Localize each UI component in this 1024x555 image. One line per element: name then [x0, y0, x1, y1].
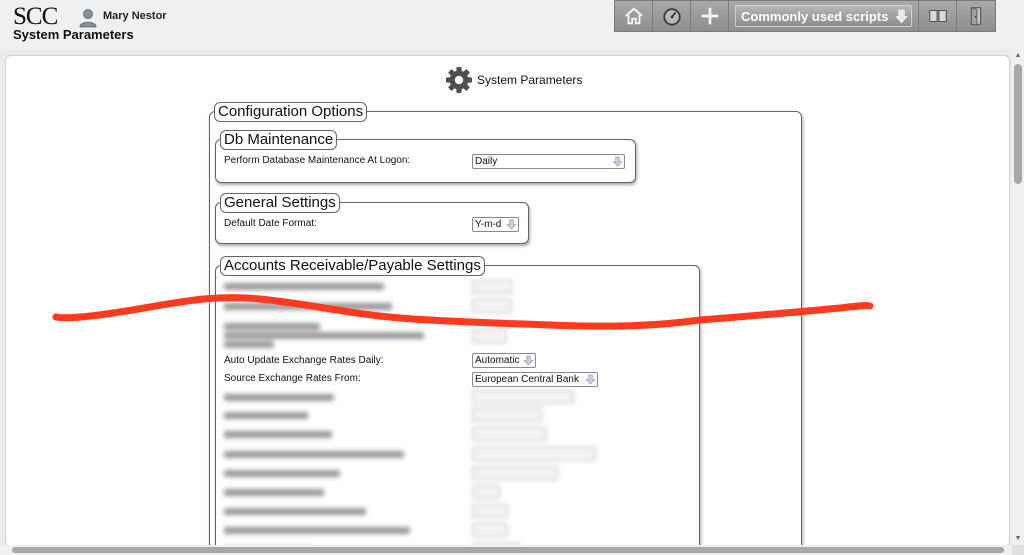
dashboard-button[interactable] [653, 1, 691, 31]
app-header: SCC Mary Nestor System Parameters Common… [0, 0, 1024, 50]
gear-icon [446, 67, 472, 93]
help-button[interactable] [919, 1, 957, 31]
page-title: System Parameters [477, 73, 583, 87]
general-settings-legend: General Settings [220, 193, 340, 213]
source-rates-label: Source Exchange Rates From: [224, 373, 361, 384]
auto-update-rates-label: Auto Update Exchange Rates Daily: [224, 355, 384, 366]
main-content: System Parameters Configuration Options … [5, 55, 1010, 547]
scripts-label: Commonly used scripts [741, 8, 889, 24]
auto-update-rates-select[interactable]: Automatic [472, 353, 536, 368]
auto-update-rates-value: Automatic [475, 355, 520, 366]
db-maintenance-fieldset: Db Maintenance Perform Database Maintena… [215, 130, 636, 183]
vertical-scrollbar[interactable]: ▲ ▼ [1012, 50, 1024, 545]
arrow-down-icon [506, 219, 517, 230]
horizontal-scroll-thumb[interactable] [12, 547, 1004, 553]
db-maintenance-label: Perform Database Maintenance At Logon: [224, 155, 411, 166]
ar-ap-settings-fieldset: Accounts Receivable/Payable Settings Aut… [215, 256, 700, 546]
book-icon [928, 9, 947, 23]
horizontal-scrollbar[interactable] [0, 545, 1012, 555]
arrow-down-icon [612, 156, 623, 167]
page-heading: System Parameters [13, 27, 134, 42]
configuration-options-legend: Configuration Options [214, 102, 368, 122]
scripts-dropdown[interactable]: Commonly used scripts [729, 1, 919, 31]
exit-door-icon [970, 7, 982, 26]
scroll-up-icon[interactable]: ▲ [1014, 52, 1022, 60]
date-format-label: Default Date Format: [224, 218, 317, 229]
home-icon [624, 7, 643, 25]
home-button[interactable] [615, 1, 653, 31]
date-format-select[interactable]: Y-m-d [472, 217, 519, 232]
ar-ap-settings-legend: Accounts Receivable/Payable Settings [220, 256, 485, 276]
scripts-select[interactable]: Commonly used scripts [735, 5, 912, 27]
arrow-down-icon [585, 374, 596, 385]
arrow-down-icon [895, 9, 908, 23]
vertical-scroll-thumb[interactable] [1014, 64, 1022, 184]
source-rates-select[interactable]: European Central Bank [472, 372, 598, 387]
toolbar: Commonly used scripts [614, 0, 996, 32]
db-maintenance-select[interactable]: Daily [472, 154, 625, 169]
arrow-down-icon [523, 355, 534, 366]
scrollbar-corner [1012, 545, 1024, 555]
date-format-value: Y-m-d [475, 219, 502, 230]
page-title-block: System Parameters [444, 65, 582, 95]
add-button[interactable] [691, 1, 729, 31]
general-settings-fieldset: General Settings Default Date Format: Y-… [215, 193, 529, 244]
user-icon [79, 9, 97, 28]
scroll-down-icon[interactable]: ▼ [1014, 535, 1022, 543]
source-rates-value: European Central Bank [475, 374, 579, 385]
plus-icon [701, 7, 718, 25]
logout-button[interactable] [957, 1, 995, 31]
db-maintenance-legend: Db Maintenance [220, 130, 338, 150]
speedometer-icon [662, 8, 681, 26]
configuration-options-fieldset: Configuration Options Db Maintenance Per… [209, 102, 802, 546]
user-name[interactable]: Mary Nestor [103, 10, 167, 22]
db-maintenance-value: Daily [475, 156, 498, 167]
